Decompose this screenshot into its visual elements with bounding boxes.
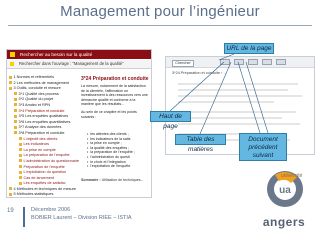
toc-item-label: 3*3 Amdec et RPN xyxy=(18,102,51,107)
content-title: 3*24 Préparation et conduite xyxy=(81,76,149,82)
search-bar[interactable]: Rechercher dans l'ouvrage : "Management … xyxy=(7,60,151,69)
folder-icon xyxy=(9,86,12,90)
callout-table-of-contents: Table des matières xyxy=(175,134,226,153)
folder-icon xyxy=(9,81,12,85)
folder-icon xyxy=(19,170,22,174)
next-document-button[interactable] xyxy=(276,59,286,65)
footer-author: BOBIER Laurent – Division RIEE – ISTIA xyxy=(31,215,132,221)
text-line xyxy=(178,101,274,103)
folder-icon xyxy=(14,125,17,129)
text-line xyxy=(178,89,288,91)
search-arrow-icon xyxy=(10,52,15,57)
folder-icon xyxy=(14,131,17,135)
callout-doc-line2: précédent xyxy=(248,144,278,151)
folder-icon xyxy=(14,114,17,118)
toc-item-label: La prise en compte xyxy=(23,147,56,152)
text-line xyxy=(178,123,300,125)
toc-item-label: Les enquêtes de satisfac xyxy=(23,181,66,186)
table-of-contents-tree: 1 Normes et référentiels 2 Les méthodes d… xyxy=(9,75,81,197)
left-document-screenshot: Rechercher au besoin sur la qualité Rech… xyxy=(6,49,152,198)
top-of-page-button[interactable] xyxy=(234,59,244,65)
svg-text:ua: ua xyxy=(279,185,291,196)
content-bullet-list: les attentes des clients ;les indicateur… xyxy=(87,132,149,169)
toc-item-label: Cas de lancement xyxy=(23,175,55,180)
url-button[interactable] xyxy=(220,59,230,65)
folder-icon xyxy=(19,159,22,163)
callout-doc-line1: Document xyxy=(248,136,278,143)
summary-text: Utilisation de techniques... xyxy=(101,178,144,182)
folder-icon xyxy=(19,176,22,180)
navigation-buttons xyxy=(220,59,290,65)
toc-item-label: 3 Outils, conduite et mesure xyxy=(13,86,61,91)
callout-previous-next-document: Document précédent suivant xyxy=(239,133,287,161)
callout-top-of-page: Haut de page xyxy=(150,111,191,130)
folder-icon xyxy=(19,137,22,141)
title-underline xyxy=(8,25,312,26)
callout-doc-line3: suivant xyxy=(252,152,274,159)
folder-icon xyxy=(9,75,12,79)
toc-item-label: Les indicateurs xyxy=(23,142,50,147)
text-line xyxy=(178,83,298,85)
content-paragraph: La mesure, notamment de la satisfaction … xyxy=(81,84,148,107)
table-of-contents-button[interactable] xyxy=(248,59,258,65)
toc-item-label: L'objectif des clients xyxy=(23,136,58,141)
text-line xyxy=(178,117,282,119)
search-bar-label: Rechercher dans l'ouvrage : "Management … xyxy=(19,61,124,66)
footer-date: Décembre 2006 xyxy=(31,207,71,213)
folder-icon xyxy=(14,92,17,96)
toc-item-label: 3*1 Qualité des process xyxy=(18,91,59,96)
search-arrow-icon xyxy=(10,62,14,66)
footer-divider xyxy=(23,207,25,227)
folder-icon xyxy=(19,142,22,146)
summary-label: Sommaire : xyxy=(81,178,101,182)
logo-text-angers: angers xyxy=(262,215,306,229)
logo-text-universite: université xyxy=(281,173,302,178)
folder-icon xyxy=(14,120,17,124)
content-paragraph-2: Au sein de ce chapitre et les points sui… xyxy=(81,109,137,119)
folder-icon xyxy=(19,148,22,152)
toc-item-label: La préparation de l'enquête xyxy=(23,153,70,158)
folder-icon xyxy=(9,187,12,191)
search-banner-label: Rechercher au besoin sur la qualité xyxy=(20,52,93,57)
callout-url: URL de la page xyxy=(224,43,274,54)
toc-item-label: Préparation de l'enquête xyxy=(23,164,65,169)
toc-item-label: 4 Méthodes et techniques de mesure xyxy=(13,186,76,191)
toc-item-label: 3*5 Les enquêtes qualitatives xyxy=(18,114,69,119)
toc-item-label: 1 Normes et référentiels xyxy=(13,75,55,79)
toc-item[interactable]: 5 Méthodes statistiques xyxy=(9,192,81,197)
slide-title: Management pour l’ingénieur xyxy=(60,3,260,20)
toc-item-label: 3*4 Préparation et conduite xyxy=(18,108,65,113)
folder-icon xyxy=(19,153,22,157)
content-bullet: l'exploitation de l'enquête xyxy=(87,164,149,169)
folder-icon xyxy=(19,165,22,168)
toc-item-label: 2 Les méthodes de management xyxy=(13,80,70,85)
toc-item-label: L'administration du questionnaire xyxy=(23,158,80,163)
toc-item-label: 5 Méthodes statistiques xyxy=(13,192,54,197)
content-text: La mesure, notamment de la satisfaction … xyxy=(81,84,149,119)
page-number: 19 xyxy=(7,208,14,214)
text-line xyxy=(178,95,302,97)
content-footer: Sommaire : Utilisation de techniques... xyxy=(81,178,151,183)
toc-item-label: 3*7 Analyse des données xyxy=(18,125,62,130)
folder-icon xyxy=(19,181,22,185)
folder-icon xyxy=(14,109,17,113)
toc-item-label: 3*8 Préparation et conduite xyxy=(18,130,65,135)
text-line xyxy=(178,111,296,113)
folder-icon xyxy=(14,103,17,107)
toc-item-label: L'exploitation du question xyxy=(23,170,67,175)
folder-icon xyxy=(14,97,17,101)
folder-icon xyxy=(9,192,12,196)
university-logo: ua université angers xyxy=(255,165,315,237)
browser-toolbar: Chercher xyxy=(166,57,314,68)
previous-document-button[interactable] xyxy=(262,59,272,65)
toc-item-label: 3*2 Qualité du projet xyxy=(18,97,54,102)
search-banner[interactable]: Rechercher au besoin sur la qualité xyxy=(7,50,151,59)
toc-item-label: 3*6 Les enquêtes quantitatives xyxy=(18,119,71,124)
breadcrumb: 3*24 Préparation et conduite › ... xyxy=(172,71,227,75)
search-button[interactable]: Chercher xyxy=(172,60,194,67)
